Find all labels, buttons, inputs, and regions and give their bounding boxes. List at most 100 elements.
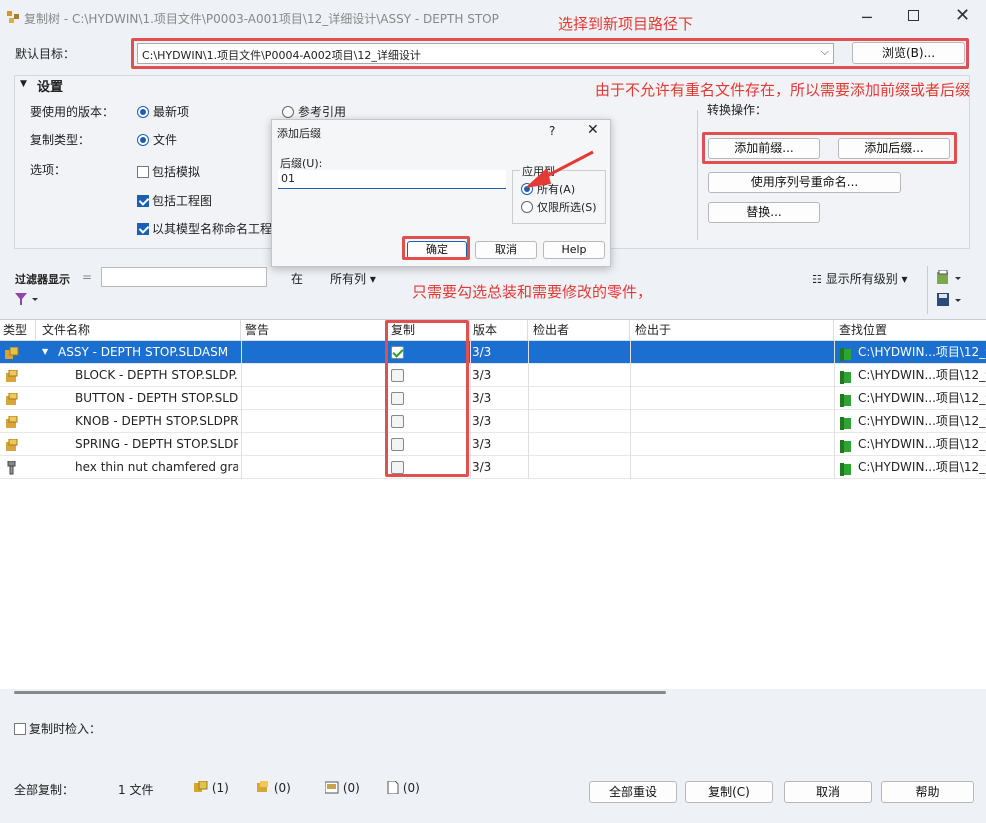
version-cell: 3/3 bbox=[472, 460, 492, 474]
table-row[interactable]: ▼ ASSY - DEPTH STOP.SLDASM 3/3 C:\HYDWIN...… bbox=[0, 341, 986, 364]
col-location[interactable]: 查找位置 bbox=[834, 320, 986, 340]
drawing-count: (0) bbox=[324, 781, 360, 795]
col-divider bbox=[470, 341, 471, 364]
folder-icon bbox=[840, 461, 852, 483]
col-divider bbox=[630, 433, 631, 456]
col-type[interactable]: 类型 bbox=[0, 320, 36, 340]
dialog-close-icon[interactable]: ✕ bbox=[587, 122, 599, 138]
filter-input[interactable] bbox=[101, 267, 267, 287]
assembly-count: (1) bbox=[194, 780, 229, 795]
col-checkout-at[interactable]: 检出于 bbox=[630, 320, 834, 340]
collapse-icon[interactable]: ▼ bbox=[20, 79, 27, 89]
table-row[interactable]: SPRING - DEPTH STOP.SLDP... 3/3 C:\HYDWIN.… bbox=[0, 433, 986, 456]
replace-button[interactable]: 替换... bbox=[708, 202, 820, 223]
file-name: SPRING - DEPTH STOP.SLDP... bbox=[75, 437, 238, 451]
tree-icon: ☷ bbox=[812, 273, 822, 286]
col-divider bbox=[834, 410, 835, 433]
files-count: 1 文件 bbox=[118, 783, 154, 797]
table-row[interactable]: BUTTON - DEPTH STOP.SLD... 3/3 C:\HYDWIN..… bbox=[0, 387, 986, 410]
levels-dropdown[interactable]: ☷ 显示所有级别 ▾ bbox=[812, 270, 908, 287]
annotation-box-copy bbox=[385, 320, 469, 477]
filter-columns-dropdown[interactable]: 所有列 ▾ bbox=[330, 270, 376, 287]
copy-button[interactable]: 复制(C) bbox=[685, 781, 773, 803]
rename-serial-button[interactable]: 使用序列号重命名... bbox=[708, 172, 901, 193]
checkin-checkbox[interactable]: 复制时检入： bbox=[14, 720, 101, 737]
location-cell: C:\HYDWIN...项目\12_详 bbox=[858, 437, 986, 451]
divider bbox=[697, 110, 698, 240]
version-cell: 3/3 bbox=[472, 345, 492, 359]
settings-header: 设置 bbox=[34, 76, 67, 95]
col-divider bbox=[470, 433, 471, 456]
col-warning[interactable]: 警告 bbox=[241, 320, 386, 340]
location-cell: C:\HYDWIN...项目\12_详 bbox=[858, 460, 986, 474]
opt-sim-checkbox[interactable]: 包括模拟 bbox=[137, 163, 200, 180]
save-icon[interactable] bbox=[936, 292, 964, 311]
options-label: 选项： bbox=[30, 163, 67, 177]
annotation-box-ok bbox=[402, 236, 470, 260]
version-latest-radio[interactable]: 最新项 bbox=[137, 103, 189, 120]
funnel-icon[interactable] bbox=[14, 291, 40, 310]
col-version[interactable]: 版本 bbox=[470, 320, 528, 340]
filter-in: 在 bbox=[291, 272, 304, 286]
col-divider bbox=[630, 387, 631, 410]
location-cell: C:\HYDWIN...项目\12_详 bbox=[858, 391, 986, 405]
other-count: (0) bbox=[387, 780, 420, 795]
col-divider bbox=[241, 410, 242, 433]
browse-button[interactable]: 浏览(B)... bbox=[852, 42, 965, 64]
annotation-select: 只需要勾选总装和需要修改的零件， bbox=[412, 283, 653, 301]
part-icon bbox=[256, 781, 270, 795]
version-cell: 3/3 bbox=[472, 391, 492, 405]
location-cell: C:\HYDWIN...项目\12_详 bbox=[858, 345, 986, 359]
col-divider bbox=[241, 341, 242, 364]
col-name[interactable]: 文件名称 bbox=[36, 320, 241, 340]
opt-drawing-checkbox[interactable]: 包括工程图 bbox=[137, 192, 212, 209]
reset-all-button[interactable]: 全部重设 bbox=[589, 781, 677, 803]
file-name: BUTTON - DEPTH STOP.SLD... bbox=[75, 391, 238, 405]
footer-panel bbox=[0, 702, 986, 823]
col-divider bbox=[528, 433, 529, 456]
version-ref-radio[interactable]: 参考引用 bbox=[282, 103, 346, 120]
close-icon[interactable]: ✕ bbox=[955, 5, 970, 26]
dialog-help-button[interactable]: Help bbox=[543, 241, 605, 259]
col-divider bbox=[470, 456, 471, 479]
export-icon[interactable] bbox=[936, 269, 964, 289]
table-header: 类型 文件名称 警告 复制 版本 检出者 检出于 查找位置 bbox=[0, 320, 986, 341]
dialog-title: 添加后缀 bbox=[277, 127, 321, 140]
horizontal-scrollbar[interactable] bbox=[14, 691, 666, 694]
file-name: BLOCK - DEPTH STOP.SLDP... bbox=[75, 368, 238, 382]
col-divider bbox=[630, 341, 631, 364]
copy-type-label: 复制类型： bbox=[30, 133, 91, 147]
dialog-cancel-button[interactable]: 取消 bbox=[475, 241, 537, 259]
add-prefix-button[interactable]: 添加前缀... bbox=[708, 138, 820, 159]
annotation-rename: 由于不允许有重名文件存在，所以需要添加前缀或者后缀 bbox=[595, 81, 971, 99]
maximize-icon[interactable] bbox=[908, 10, 919, 21]
window-title: 复制树 - C:\HYDWIN\1.项目文件\P0003-A001项目\12_详… bbox=[24, 12, 499, 26]
col-divider bbox=[630, 456, 631, 479]
copy-type-file-radio[interactable]: 文件 bbox=[137, 131, 177, 148]
annotation-box-target bbox=[131, 38, 969, 69]
help-button[interactable]: 帮助 bbox=[881, 781, 974, 803]
suffix-value: 01 bbox=[281, 172, 295, 185]
col-divider bbox=[470, 410, 471, 433]
file-name: hex thin nut chamfered gra... bbox=[75, 460, 238, 474]
opt-rename-checkbox[interactable]: 以其模型名称命名工程 bbox=[137, 220, 272, 237]
apply-selected-radio[interactable]: 仅限所选(S) bbox=[521, 199, 597, 215]
col-divider bbox=[528, 456, 529, 479]
cancel-button[interactable]: 取消 bbox=[784, 781, 872, 803]
table-row[interactable]: hex thin nut chamfered gra... 3/3 C:\HYDWI… bbox=[0, 456, 986, 479]
col-divider bbox=[528, 364, 529, 387]
suffix-input[interactable]: 01 bbox=[278, 170, 506, 189]
suffix-label: 后缀(U): bbox=[280, 157, 323, 170]
add-suffix-button[interactable]: 添加后缀... bbox=[838, 138, 950, 159]
expand-icon[interactable]: ▼ bbox=[42, 341, 48, 363]
col-divider bbox=[630, 410, 631, 433]
drawing-icon bbox=[324, 781, 339, 795]
assembly-icon bbox=[194, 780, 208, 795]
minimize-icon[interactable]: ─ bbox=[862, 8, 872, 27]
col-divider bbox=[834, 341, 835, 364]
help-icon[interactable]: ? bbox=[549, 124, 555, 138]
col-checkout-by[interactable]: 检出者 bbox=[528, 320, 630, 340]
part-count: (0) bbox=[256, 781, 291, 795]
table-row[interactable]: KNOB - DEPTH STOP.SLDPRT 3/3 C:\HYDWIN...项… bbox=[0, 410, 986, 433]
table-row[interactable]: BLOCK - DEPTH STOP.SLDP... 3/3 C:\HYDWIN..… bbox=[0, 364, 986, 387]
